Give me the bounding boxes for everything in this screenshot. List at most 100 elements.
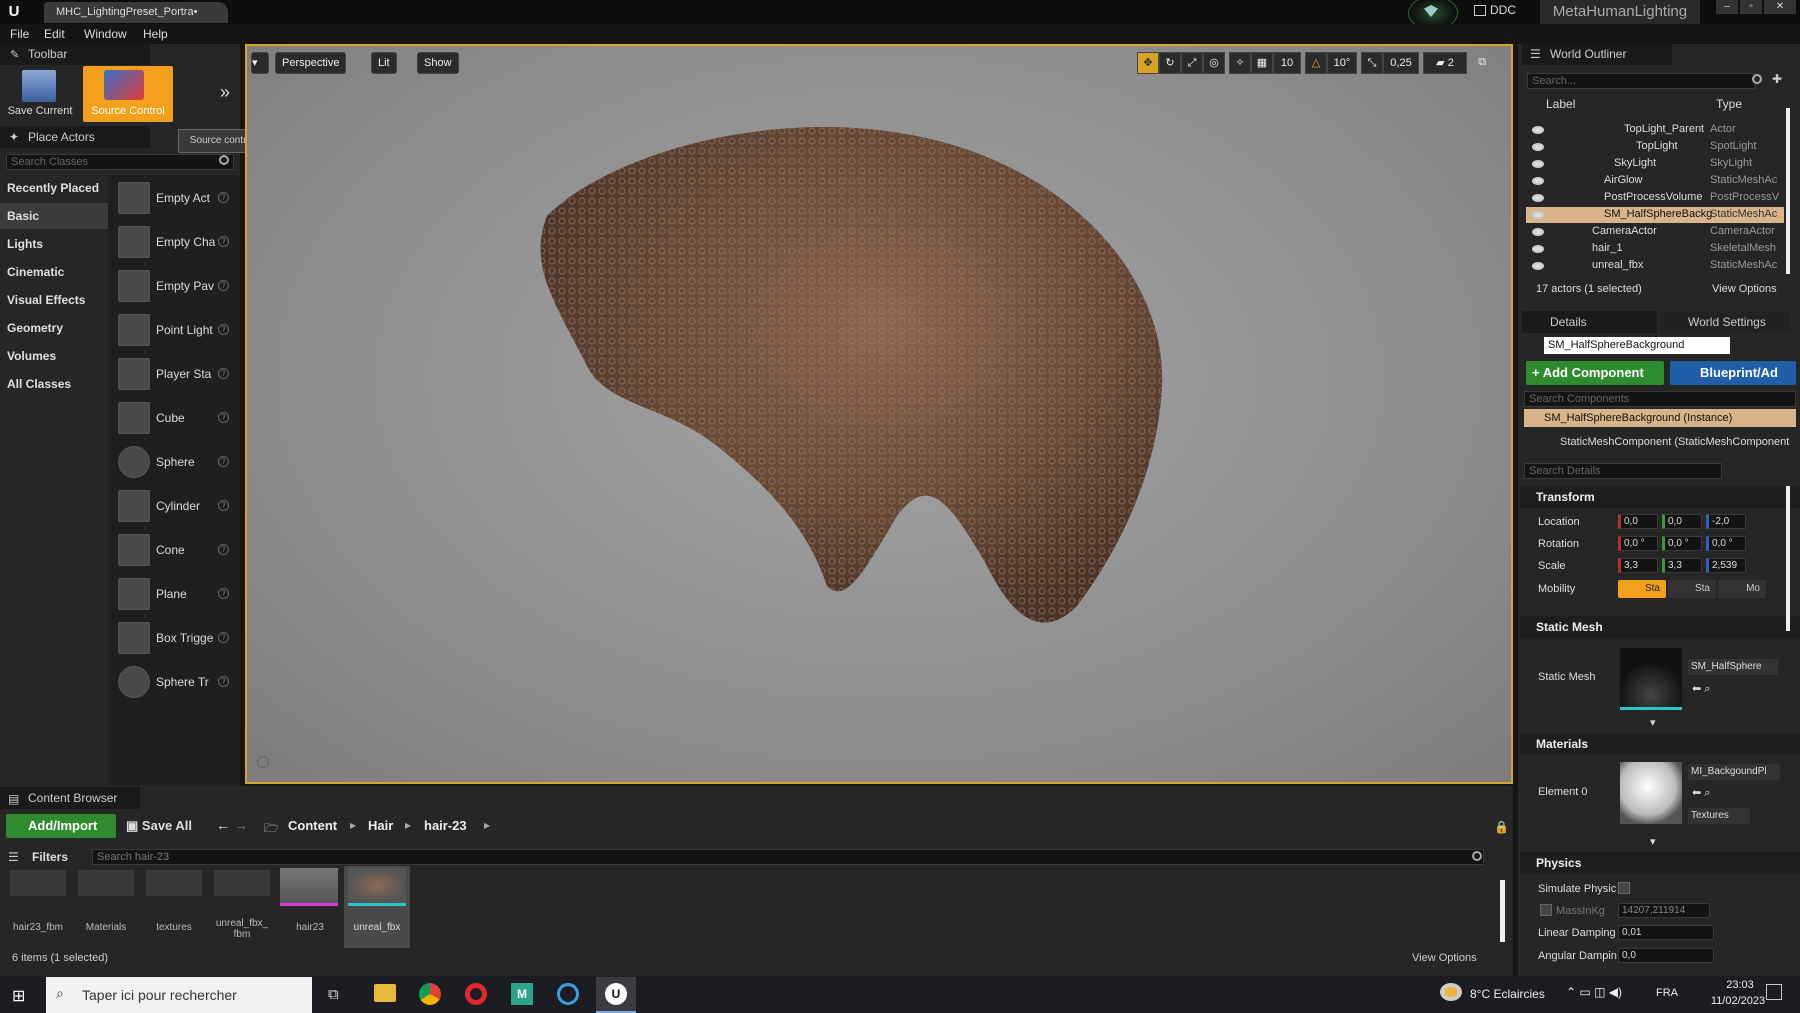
location-y[interactable]: 0,0 — [1662, 514, 1702, 529]
maya-icon[interactable]: M — [511, 983, 533, 1005]
category-geometry[interactable]: Geometry — [0, 315, 108, 341]
mobility-stationary[interactable]: Sta — [1668, 580, 1716, 598]
help-icon[interactable]: ? — [218, 368, 229, 379]
static-mesh-component-row[interactable]: StaticMeshComponent (StaticMeshComponent — [1560, 436, 1789, 448]
category-visual-effects[interactable]: Visual Effects — [0, 287, 108, 313]
path-separator-icon[interactable]: ▸ — [350, 818, 356, 832]
menu-edit[interactable]: Edit — [44, 27, 65, 41]
outliner-row-label[interactable]: CameraActor — [1592, 225, 1657, 237]
minimize-icon[interactable]: – — [1716, 0, 1738, 14]
expand-chevron-icon[interactable]: » — [220, 82, 230, 103]
visibility-eye-icon[interactable] — [1532, 143, 1544, 151]
windows-start-icon[interactable]: ⊞ — [12, 986, 25, 1006]
search-components-input[interactable]: Search Components — [1524, 391, 1796, 407]
content-view-options[interactable]: View Options — [1412, 952, 1477, 964]
visibility-eye-icon[interactable] — [1532, 211, 1544, 219]
path-separator-icon[interactable]: ▸ — [484, 818, 490, 832]
filters-button[interactable]: Filters — [32, 850, 68, 864]
details-scrollbar[interactable] — [1786, 486, 1790, 631]
visibility-eye-icon[interactable] — [1532, 194, 1544, 202]
details-tab[interactable]: Details — [1522, 311, 1657, 333]
actor-point-light[interactable]: Point Light? — [114, 311, 234, 351]
static-mesh-dropdown[interactable]: SM_HalfSphere — [1688, 659, 1778, 675]
static-mesh-thumbnail[interactable] — [1620, 648, 1682, 710]
notifications-icon[interactable] — [1766, 984, 1782, 1000]
scale-z[interactable]: 2,539 — [1706, 558, 1746, 573]
actor-cylinder[interactable]: Cylinder? — [114, 487, 234, 527]
visibility-eye-icon[interactable] — [1532, 177, 1544, 185]
place-actors-tab[interactable]: Place Actors — [0, 126, 150, 148]
visibility-eye-icon[interactable] — [1532, 160, 1544, 168]
actor-cube[interactable]: Cube? — [114, 399, 234, 439]
material-thumbnail[interactable] — [1620, 762, 1682, 824]
hair-mesh[interactable] — [247, 46, 1511, 782]
location-x[interactable]: 0,0 — [1618, 514, 1658, 529]
blueprint-button[interactable]: Blueprint/Ad — [1670, 361, 1796, 385]
static-mesh-section[interactable]: Static Mesh — [1520, 616, 1800, 638]
outliner-view-options[interactable]: View Options — [1712, 283, 1777, 295]
history-forward-icon[interactable]: → — [234, 817, 248, 833]
visibility-eye-icon[interactable] — [1532, 228, 1544, 236]
outliner-search-input[interactable]: Search... — [1527, 73, 1755, 89]
menu-window[interactable]: Window — [84, 27, 127, 41]
visibility-eye-icon[interactable] — [1532, 245, 1544, 253]
search-details-input[interactable]: Search Details — [1524, 463, 1722, 479]
actor-box-trigger[interactable]: Box Trigge? — [114, 619, 234, 659]
viewport-info-icon[interactable] — [257, 756, 269, 768]
level-viewport[interactable]: ▾ Perspective Lit Show ✥ ↻ ⤢ ◎ ✧ ▦ 10 △ … — [245, 44, 1513, 784]
help-icon[interactable]: ? — [218, 280, 229, 291]
visibility-eye-icon[interactable] — [1532, 126, 1544, 134]
textures-dropdown[interactable]: Textures — [1688, 808, 1750, 824]
outliner-row-label[interactable]: AirGlow — [1604, 174, 1643, 186]
sources-toggle-icon[interactable]: ☰ — [8, 850, 19, 864]
history-back-icon[interactable]: ← — [216, 817, 230, 833]
asset-thumbnail[interactable] — [146, 870, 202, 896]
category-lights[interactable]: Lights — [0, 231, 108, 257]
location-z[interactable]: -2,0 — [1706, 514, 1746, 529]
category-all-classes[interactable]: All Classes — [0, 371, 108, 397]
content-search-input[interactable]: Search hair-23 — [92, 849, 1484, 865]
actor-sphere[interactable]: Sphere? — [114, 443, 234, 483]
materials-section[interactable]: Materials — [1520, 733, 1800, 755]
chrome-icon[interactable] — [419, 983, 441, 1005]
asset-thumbnail[interactable] — [214, 870, 270, 896]
help-icon[interactable]: ? — [218, 192, 229, 203]
linear-damping-value[interactable]: 0,01 — [1618, 925, 1714, 940]
weather-text[interactable]: 8°C Eclaircies — [1470, 987, 1545, 1001]
ddc-label[interactable]: DDC — [1490, 3, 1516, 17]
save-current-button[interactable]: Save Current — [2, 105, 78, 117]
component-instance-row[interactable]: SM_HalfSphereBackground (Instance) — [1524, 409, 1796, 427]
lock-icon[interactable]: 🔒 — [1494, 820, 1509, 834]
content-browser-tab[interactable]: Content Browser — [0, 787, 140, 809]
outliner-row-label[interactable]: SkyLight — [1614, 157, 1656, 169]
actor-player-start[interactable]: Player Sta? — [114, 355, 234, 395]
content-scrollbar[interactable] — [1500, 880, 1505, 942]
help-icon[interactable]: ? — [218, 500, 229, 511]
asset-thumbnail[interactable] — [10, 870, 66, 896]
path-content[interactable]: Content — [288, 818, 337, 833]
help-icon[interactable]: ? — [218, 412, 229, 423]
mobility-movable[interactable]: Mo — [1718, 580, 1766, 598]
expand-arrow-icon[interactable]: ▾ — [1650, 835, 1656, 848]
toolbar-tab[interactable]: Toolbar — [0, 43, 150, 65]
actor-name-field[interactable]: SM_HalfSphereBackground — [1544, 337, 1730, 354]
outliner-row-label[interactable]: SM_HalfSphereBackg — [1604, 208, 1712, 220]
mobility-static[interactable]: Sta — [1618, 580, 1666, 598]
app-c-icon[interactable] — [557, 983, 579, 1005]
rotation-z[interactable]: 0,0 ° — [1706, 536, 1746, 551]
add-import-button[interactable]: Add/Import — [6, 814, 116, 838]
scale-label[interactable]: Scale — [1538, 560, 1566, 572]
world-outliner-tab[interactable]: World Outliner — [1522, 43, 1672, 65]
help-icon[interactable]: ? — [218, 544, 229, 555]
file-explorer-icon[interactable] — [374, 984, 396, 1002]
visibility-eye-icon[interactable] — [1532, 262, 1544, 270]
menu-help[interactable]: Help — [143, 27, 168, 41]
menu-file[interactable]: File — [10, 27, 29, 41]
asset-thumbnail[interactable] — [78, 870, 134, 896]
outliner-row-label[interactable]: TopLight — [1636, 140, 1678, 152]
actor-empty-pawn[interactable]: Empty Pav? — [114, 267, 234, 307]
outliner-row-label[interactable]: unreal_fbx — [1592, 259, 1643, 271]
help-icon[interactable]: ? — [218, 236, 229, 247]
path-separator-icon[interactable]: ▸ — [405, 818, 411, 832]
category-basic[interactable]: Basic — [0, 203, 108, 229]
